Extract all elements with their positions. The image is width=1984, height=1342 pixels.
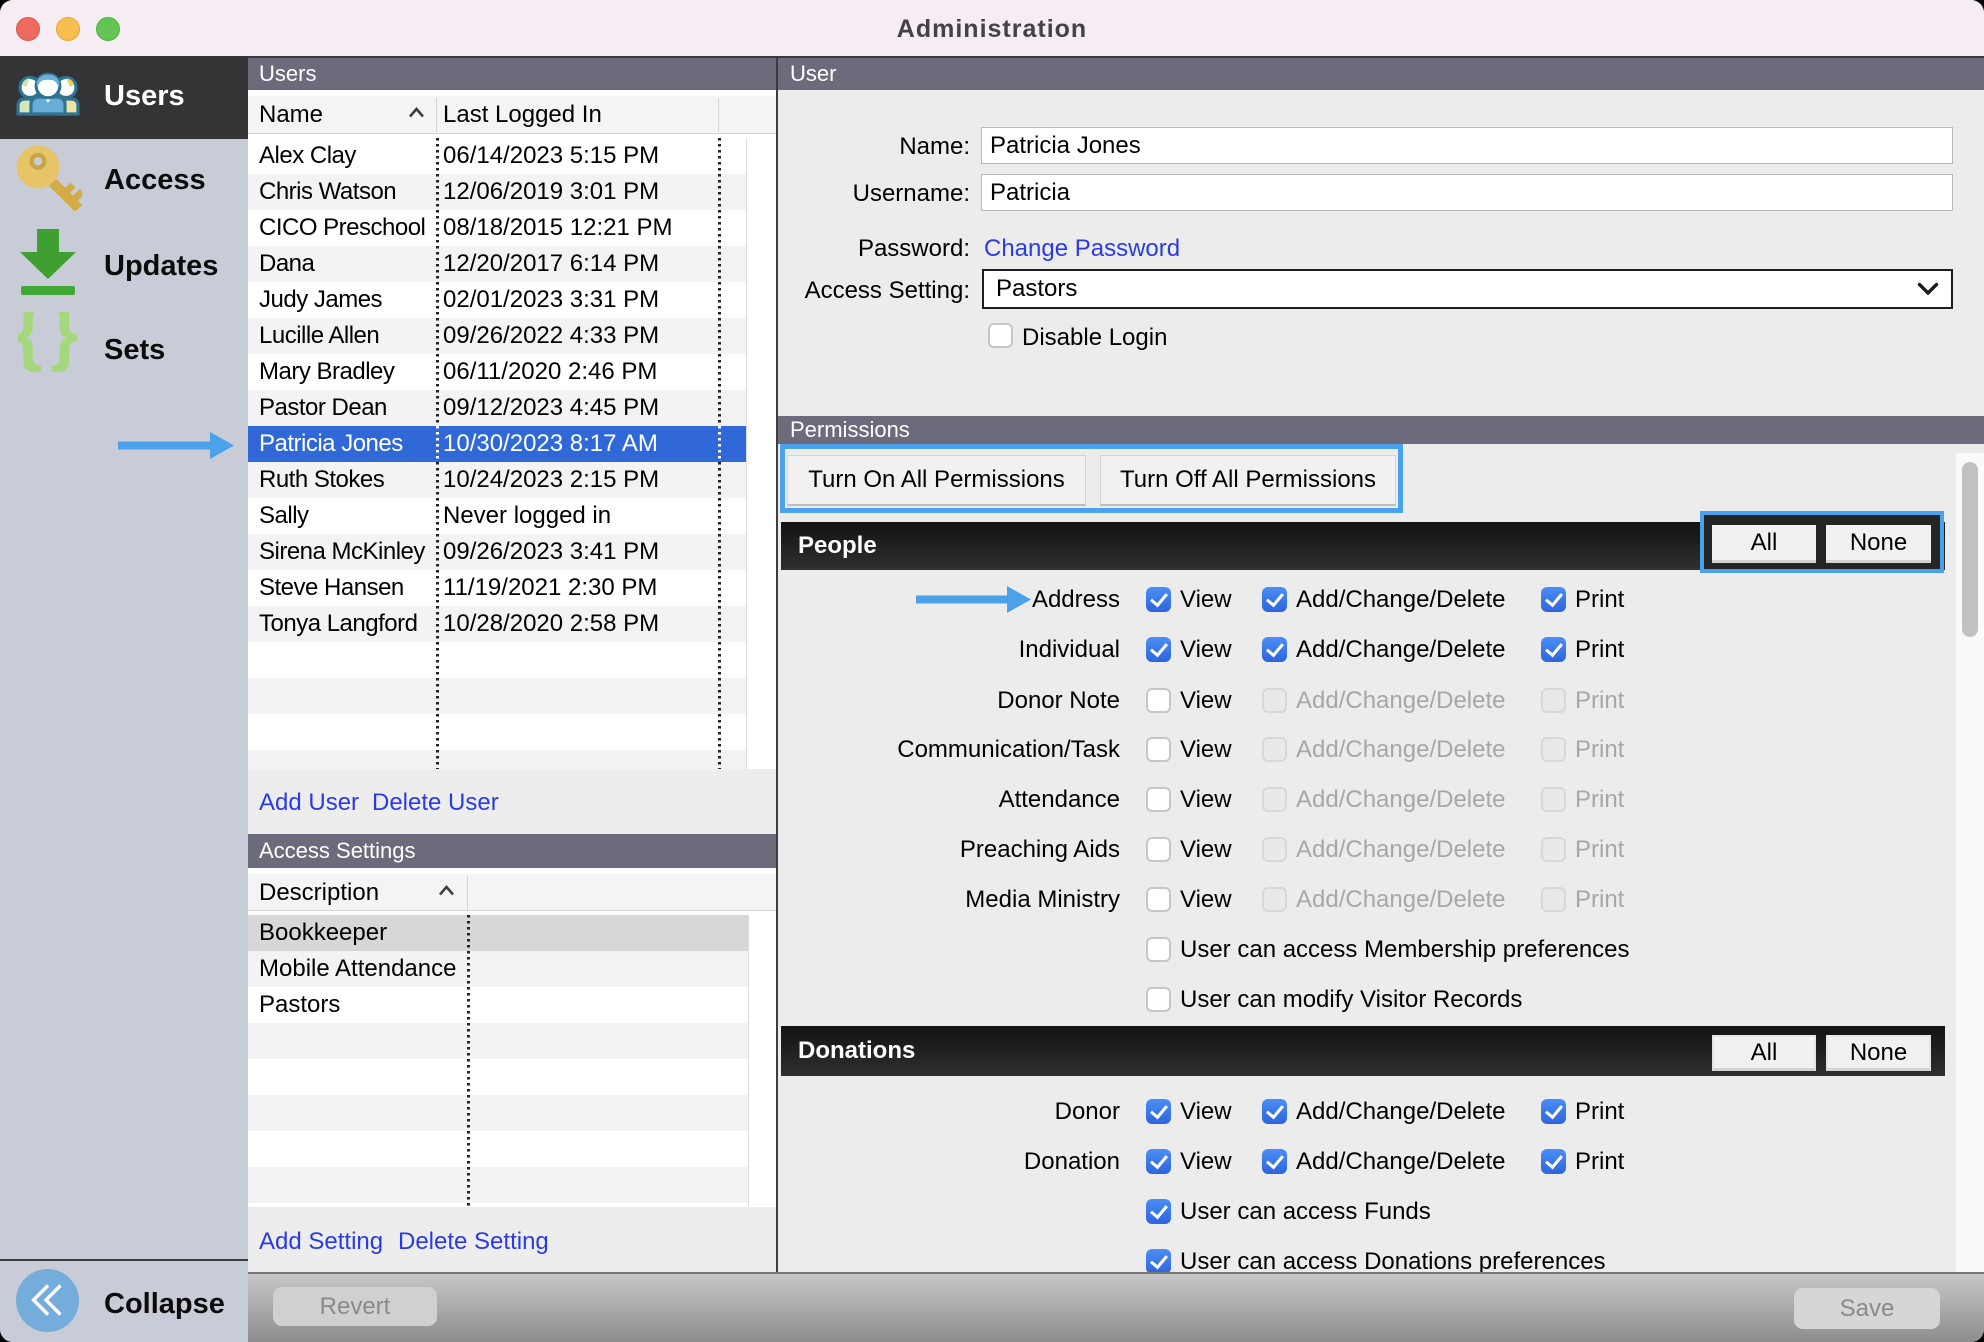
svg-text:{: { <box>18 312 42 373</box>
svg-text:}: } <box>50 312 78 373</box>
